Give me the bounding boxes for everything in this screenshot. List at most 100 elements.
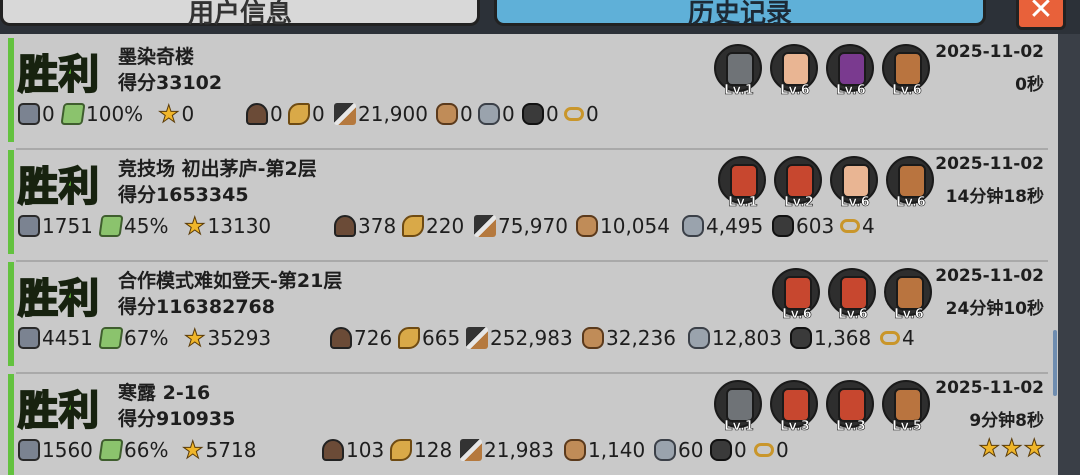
stat-brush: 252,983 — [466, 324, 573, 352]
stat-value: 13130 — [207, 214, 272, 238]
record-date: 2025-11-02 — [935, 154, 1044, 174]
stat-value: 5718 — [205, 438, 257, 462]
stat-value: 103 — [346, 438, 385, 462]
hero-level: Lv.6 — [780, 83, 810, 99]
stat-chain: 4 — [840, 212, 875, 240]
villager-icon — [246, 103, 268, 125]
stat-value: 1,140 — [588, 438, 646, 462]
stage-name: 墨染奇楼 — [118, 46, 195, 68]
stat-bag: 0 — [18, 100, 55, 128]
record-row[interactable]: 胜利 合作模式难如登天-第21层 得分116382768 Lv.6 Lv.6 L… — [8, 262, 1048, 374]
stat-value: 75,970 — [498, 214, 568, 238]
stat-value: 128 — [414, 438, 453, 462]
stat-value: 0 — [502, 102, 515, 126]
stat-bag: 1560 — [18, 436, 93, 464]
stat-people: 0 — [246, 100, 283, 128]
bag-icon — [18, 327, 40, 349]
stat-value: 603 — [796, 214, 835, 238]
history-list[interactable]: 胜利 墨染奇楼 得分33102 Lv.1 Lv.6 Lv.6 Lv.6 2025… — [0, 34, 1058, 475]
stone-icon — [688, 327, 710, 349]
stat-value: 378 — [358, 214, 397, 238]
hero-avatar: Lv.6 — [880, 40, 932, 98]
star-icon: ★ — [184, 212, 206, 240]
stat-value: 0 — [734, 438, 747, 462]
brush-icon — [460, 439, 482, 461]
bag-icon — [18, 215, 40, 237]
stat-wood: 0 — [436, 100, 473, 128]
stat-wood: 32,236 — [582, 324, 676, 352]
stat-coal: 0 — [522, 100, 559, 128]
stat-stone: 0 — [478, 100, 515, 128]
villager-icon — [322, 439, 344, 461]
record-row[interactable]: 胜利 竞技场 初出茅庐-第2层 得分1653345 Lv.1 Lv.2 Lv.6… — [8, 150, 1048, 262]
stat-people: 378 — [334, 212, 396, 240]
villager-icon — [334, 215, 356, 237]
stat-brush: 21,900 — [334, 100, 428, 128]
stat-value: 252,983 — [490, 326, 573, 350]
stat-value: 35293 — [207, 326, 272, 350]
stat-stone: 4,495 — [682, 212, 763, 240]
close-button[interactable]: ✕ — [1016, 0, 1066, 30]
stat-wheat: 128 — [390, 436, 452, 464]
stat-value: 0 — [42, 102, 55, 126]
stat-brush: 21,983 — [460, 436, 554, 464]
stat-value: 1751 — [42, 214, 93, 238]
hero-level: Lv.6 — [836, 83, 866, 99]
hero-level: Lv.5 — [892, 419, 922, 435]
hero-portrait-icon — [726, 52, 754, 86]
list-scrollbar[interactable] — [1053, 330, 1057, 396]
hero-avatar: Lv.5 — [880, 376, 932, 434]
stat-value: 10,054 — [600, 214, 670, 238]
chain-icon — [880, 331, 900, 345]
hero-level: Lv.6 — [782, 307, 812, 323]
stat-value: 0 — [776, 438, 789, 462]
tab-history[interactable]: 历史记录 — [494, 0, 986, 29]
hero-portrait-icon — [894, 52, 922, 86]
hero-portrait-icon — [730, 164, 758, 198]
bag-icon — [18, 439, 40, 461]
wheat-icon — [402, 215, 424, 237]
record-row[interactable]: 胜利 墨染奇楼 得分33102 Lv.1 Lv.6 Lv.6 Lv.6 2025… — [8, 38, 1048, 150]
stat-chain: 0 — [754, 436, 789, 464]
hero-avatar: Lv.1 — [712, 40, 764, 98]
record-duration: 9分钟8秒 — [969, 411, 1044, 431]
stat-chain: 0 — [564, 100, 599, 128]
stat-wheat: 0 — [288, 100, 325, 128]
hero-avatar: Lv.6 — [884, 152, 936, 210]
hero-level: Lv.6 — [894, 307, 924, 323]
stat-star: ★ 35293 — [184, 324, 272, 352]
wood-icon — [582, 327, 604, 349]
record-duration: 0秒 — [1015, 75, 1044, 95]
stat-wood: 10,054 — [576, 212, 670, 240]
stat-value: 726 — [354, 326, 393, 350]
hero-level: Lv.6 — [896, 195, 926, 211]
stat-value: 4,495 — [706, 214, 764, 238]
coal-icon — [790, 327, 812, 349]
star-icon: ★ — [184, 324, 206, 352]
hero-portrait-icon — [894, 388, 922, 422]
stat-value: 665 — [422, 326, 461, 350]
hero-portrait-icon — [786, 164, 814, 198]
result-label: 胜利 — [17, 275, 100, 323]
hero-avatar: Lv.6 — [770, 264, 822, 322]
villager-icon — [330, 327, 352, 349]
hero-level: Lv.6 — [892, 83, 922, 99]
stat-wheat: 665 — [398, 324, 460, 352]
result-label: 胜利 — [17, 387, 100, 435]
score: 得分1653345 — [118, 184, 249, 206]
record-row[interactable]: 胜利 寒露 2-16 得分910935 Lv.1 Lv.3 Lv.3 Lv.5 … — [8, 374, 1048, 475]
stat-value: 32,236 — [606, 326, 676, 350]
stat-value: 4451 — [42, 326, 93, 350]
stone-icon — [654, 439, 676, 461]
victory-bar — [8, 262, 14, 366]
chain-icon — [564, 107, 584, 121]
record-duration: 14分钟18秒 — [945, 187, 1044, 207]
hero-avatar: Lv.3 — [824, 376, 876, 434]
wheat-icon — [398, 327, 420, 349]
stat-star: ★ 0 — [158, 100, 195, 128]
tab-user-info[interactable]: 用户信息 — [0, 0, 480, 29]
record-date: 2025-11-02 — [935, 266, 1044, 286]
wood-icon — [576, 215, 598, 237]
coal-icon — [522, 103, 544, 125]
hero-avatar: Lv.3 — [768, 376, 820, 434]
